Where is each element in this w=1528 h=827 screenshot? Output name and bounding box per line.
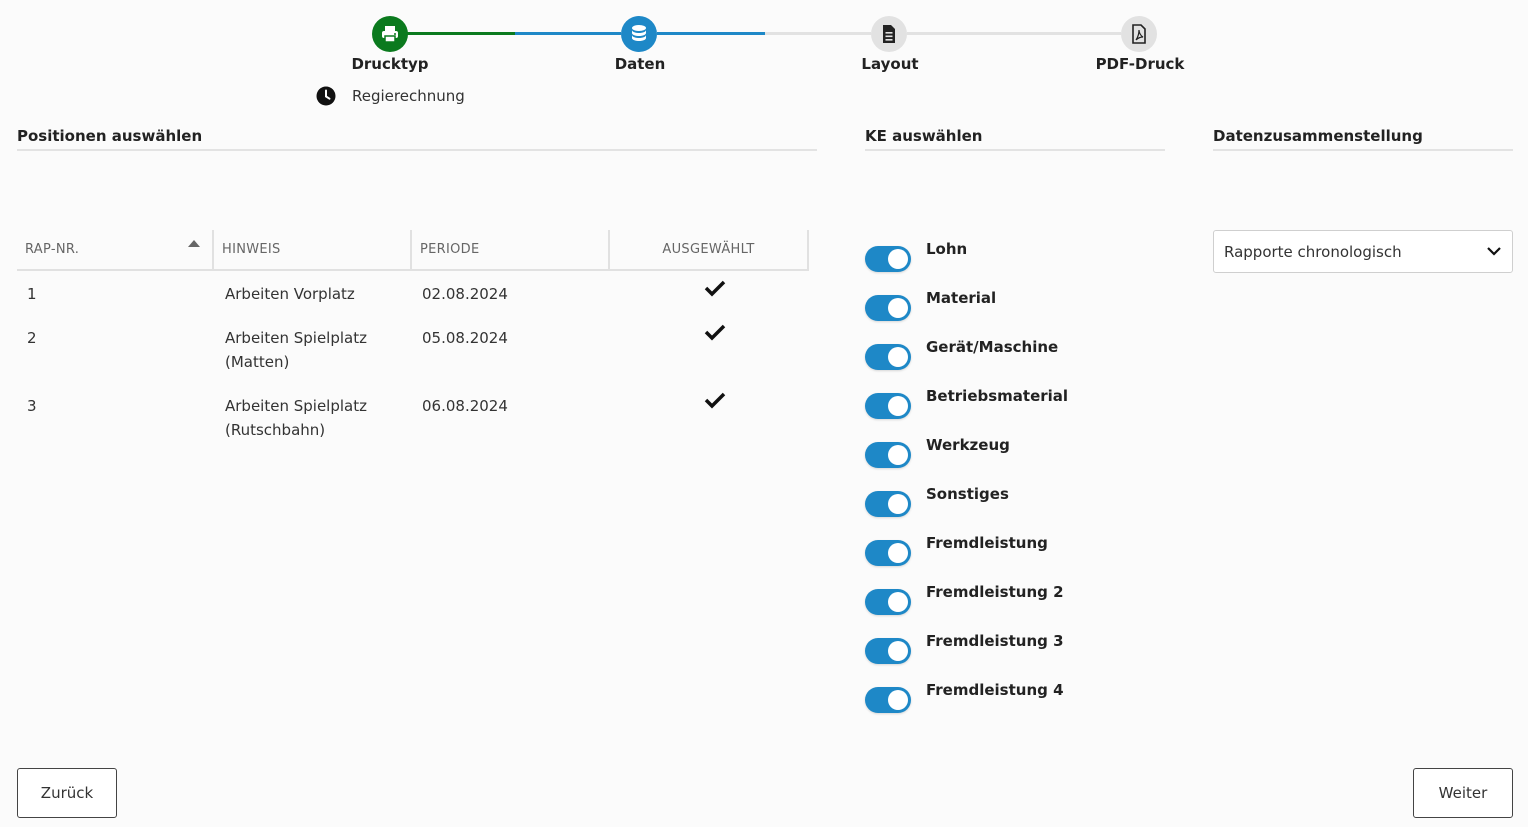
select-value: Rapporte chronologisch <box>1224 242 1402 261</box>
step-daten[interactable] <box>621 16 657 52</box>
cell-selected[interactable] <box>610 392 809 462</box>
cell-hinweis: Arbeiten Spielplatz (Rutschbahn) <box>225 397 367 439</box>
column-label: HINWEIS <box>222 242 281 257</box>
toggle-knob <box>888 298 908 318</box>
table-row[interactable]: 3 Arbeiten Spielplatz (Rutschbahn) 06.08… <box>17 392 809 462</box>
step-label-daten: Daten <box>614 55 666 73</box>
toggle-switch[interactable] <box>865 687 911 713</box>
checkmark-icon <box>704 280 725 297</box>
step-connector-3 <box>907 32 1121 35</box>
table-header: RAP-NR. HINWEIS PERIODE AUSGEWÄHLT <box>17 230 809 271</box>
cell-nr: 2 <box>27 329 37 347</box>
toggle-label: Lohn <box>926 240 968 258</box>
positions-table: RAP-NR. HINWEIS PERIODE AUSGEWÄHLT 1 Arb… <box>17 230 809 462</box>
step-layout[interactable] <box>871 16 907 52</box>
ke-toggle-geraet-maschine[interactable]: Gerät/Maschine <box>865 338 1058 370</box>
cell-nr: 1 <box>27 285 37 303</box>
step-label-pdf-druck: PDF-Druck <box>1095 55 1185 73</box>
column-header-rap-nr[interactable]: RAP-NR. <box>17 230 214 269</box>
toggle-knob <box>888 249 908 269</box>
ke-toggle-lohn[interactable]: Lohn <box>865 240 967 272</box>
selected-print-type: Regierechnung <box>316 86 465 106</box>
table-row[interactable]: 2 Arbeiten Spielplatz (Matten) 05.08.202… <box>17 324 809 394</box>
toggle-switch[interactable] <box>865 295 911 321</box>
cell-hinweis: Arbeiten Spielplatz (Matten) <box>225 329 367 371</box>
step-connector-1b <box>515 32 621 35</box>
column-header-periode[interactable]: PERIODE <box>412 230 610 269</box>
section-title-ke: KE auswählen <box>865 127 1165 151</box>
section-title-positions: Positionen auswählen <box>17 127 817 151</box>
step-pdf-druck[interactable] <box>1121 16 1157 52</box>
step-connector-2b <box>765 32 871 35</box>
printer-icon <box>382 26 398 43</box>
column-label: AUSGEWÄHLT <box>662 242 755 257</box>
column-label: PERIODE <box>420 242 480 257</box>
toggle-switch[interactable] <box>865 344 911 370</box>
cell-hinweis: Arbeiten Vorplatz <box>225 285 355 303</box>
step-connector-1 <box>405 32 515 35</box>
toggle-switch[interactable] <box>865 442 911 468</box>
column-header-ausgewaehlt[interactable]: AUSGEWÄHLT <box>610 230 809 269</box>
ke-toggle-fremdleistung-3[interactable]: Fremdleistung 3 <box>865 632 1064 664</box>
cell-selected[interactable] <box>610 280 809 326</box>
cell-periode: 05.08.2024 <box>422 329 508 347</box>
toggle-label: Material <box>926 289 997 307</box>
toggle-label: Fremdleistung <box>926 534 1048 552</box>
chevron-down-icon <box>1487 247 1501 256</box>
toggle-label: Fremdleistung 4 <box>926 681 1064 699</box>
toggle-knob <box>888 347 908 367</box>
toggle-switch[interactable] <box>865 393 911 419</box>
toggle-label: Fremdleistung 3 <box>926 632 1064 650</box>
cell-periode: 02.08.2024 <box>422 285 508 303</box>
toggle-switch[interactable] <box>865 246 911 272</box>
toggle-label: Betriebsmaterial <box>926 387 1069 405</box>
toggle-knob <box>888 641 908 661</box>
step-label-layout: Layout <box>861 55 919 73</box>
toggle-label: Sonstiges <box>926 485 1009 503</box>
toggle-knob <box>888 690 908 710</box>
toggle-knob <box>888 445 908 465</box>
pdf-file-icon <box>1132 24 1146 44</box>
section-title-compilation: Datenzusammenstellung <box>1213 127 1513 151</box>
step-drucktyp[interactable] <box>372 16 408 52</box>
toggle-label: Werkzeug <box>926 436 1010 454</box>
toggle-switch[interactable] <box>865 638 911 664</box>
compilation-select[interactable]: Rapporte chronologisch <box>1213 230 1513 273</box>
ke-toggle-fremdleistung[interactable]: Fremdleistung <box>865 534 1048 566</box>
checkmark-icon <box>704 392 725 409</box>
next-button[interactable]: Weiter <box>1413 768 1513 818</box>
column-label: RAP-NR. <box>25 242 80 257</box>
toggle-knob <box>888 494 908 514</box>
ke-toggle-fremdleistung-2[interactable]: Fremdleistung 2 <box>865 583 1064 615</box>
toggle-knob <box>888 543 908 563</box>
sort-ascending-icon[interactable] <box>188 240 200 247</box>
print-type-label: Regierechnung <box>352 87 465 105</box>
table-row[interactable]: 1 Arbeiten Vorplatz 02.08.2024 <box>17 280 809 326</box>
cell-selected[interactable] <box>610 324 809 394</box>
ke-toggle-werkzeug[interactable]: Werkzeug <box>865 436 1010 468</box>
column-header-hinweis[interactable]: HINWEIS <box>214 230 412 269</box>
toggle-switch[interactable] <box>865 589 911 615</box>
ke-toggle-material[interactable]: Material <box>865 289 996 321</box>
toggle-knob <box>888 396 908 416</box>
ke-toggle-betriebsmaterial[interactable]: Betriebsmaterial <box>865 387 1068 419</box>
cell-periode: 06.08.2024 <box>422 397 508 415</box>
toggle-label: Gerät/Maschine <box>926 338 1059 356</box>
document-icon <box>883 25 895 43</box>
toggle-switch[interactable] <box>865 491 911 517</box>
toggle-switch[interactable] <box>865 540 911 566</box>
step-label-drucktyp: Drucktyp <box>351 55 429 73</box>
step-connector-2 <box>657 32 765 35</box>
toggle-knob <box>888 592 908 612</box>
toggle-label: Fremdleistung 2 <box>926 583 1064 601</box>
clock-icon <box>316 86 336 106</box>
back-button[interactable]: Zurück <box>17 768 117 818</box>
cell-nr: 3 <box>27 397 37 415</box>
ke-toggle-fremdleistung-4[interactable]: Fremdleistung 4 <box>865 681 1064 713</box>
ke-toggle-sonstiges[interactable]: Sonstiges <box>865 485 1009 517</box>
print-wizard-stepper: Drucktyp Daten Layout PDF-Druck Regierec… <box>0 0 1528 120</box>
database-icon <box>632 25 646 41</box>
checkmark-icon <box>704 324 725 341</box>
